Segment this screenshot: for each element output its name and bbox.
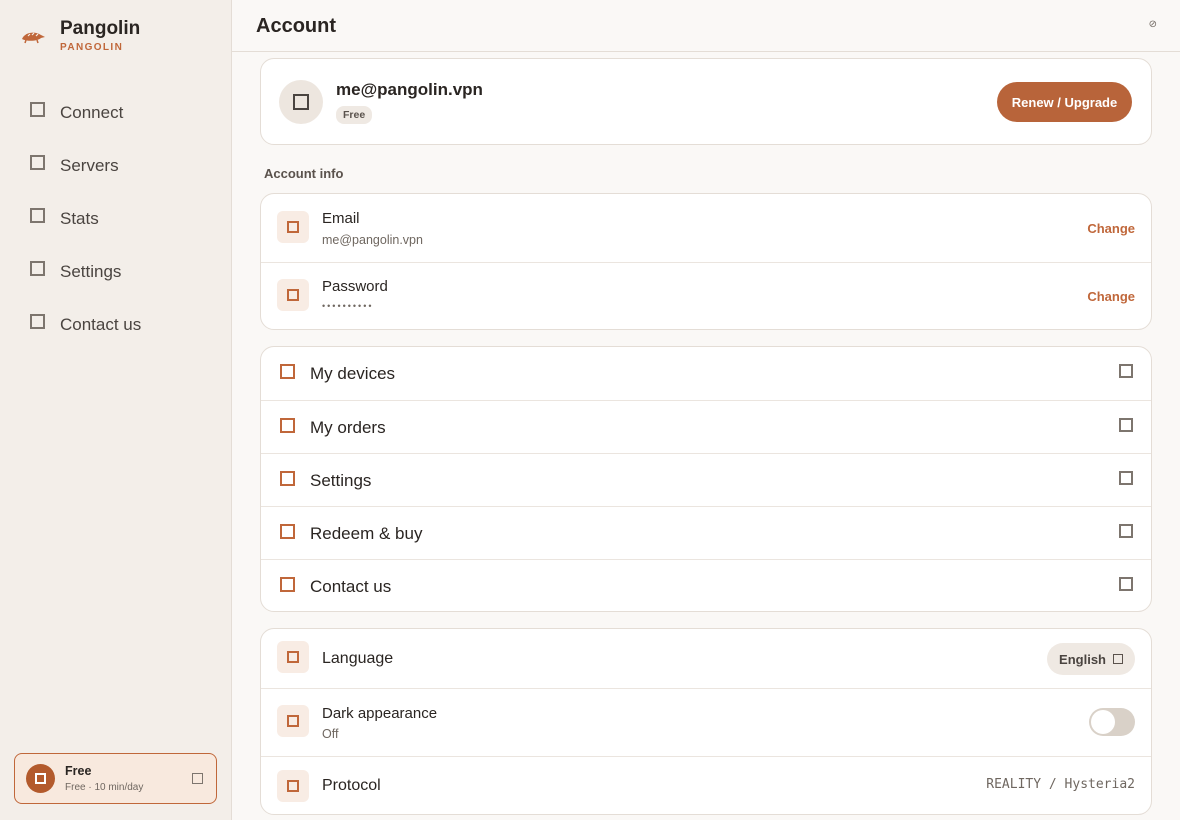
menu-item-label: Contact us xyxy=(310,577,392,596)
email-value: me@pangolin.vpn xyxy=(322,233,423,247)
email-row: Email me@pangolin.vpn Change xyxy=(261,194,1151,262)
language-select[interactable]: English xyxy=(1047,643,1135,675)
profile-card: me@pangolin.vpn Free Renew / Upgrade xyxy=(260,58,1152,145)
chevron-right-icon xyxy=(1119,524,1133,538)
settings-icon xyxy=(280,471,295,486)
dark-appearance-title: Dark appearance xyxy=(322,705,438,722)
preferences-card: Language English Dark appearance Off Pro… xyxy=(260,628,1152,815)
pangolin-logo-icon xyxy=(22,32,45,44)
page-title: Account xyxy=(256,15,336,37)
stats-icon xyxy=(30,208,45,223)
devices-icon xyxy=(280,364,295,379)
brand: Pangolin PANGOLIN xyxy=(20,18,140,53)
sidebar-item-label: Stats xyxy=(60,208,99,228)
chevron-down-icon xyxy=(1113,654,1123,664)
sidebar-item-servers[interactable]: Servers xyxy=(30,139,210,192)
language-icon xyxy=(277,641,309,673)
language-title: Language xyxy=(322,650,394,667)
menu-item-my-orders[interactable]: My orders xyxy=(261,400,1151,453)
email-title: Email xyxy=(322,210,360,227)
servers-icon xyxy=(30,155,45,170)
chevron-right-icon xyxy=(1119,577,1133,591)
protocol-row: Protocol REALITY / Hysteria2 xyxy=(261,756,1151,814)
dark-appearance-row: Dark appearance Off xyxy=(261,688,1151,756)
menu-item-my-devices[interactable]: My devices xyxy=(261,347,1151,400)
plan-card[interactable]: Free Free · 10 min/day xyxy=(14,753,217,804)
menu-item-label: My devices xyxy=(310,364,396,383)
sidebar-nav: Connect Servers Stats Settings Contact u… xyxy=(30,86,210,351)
dark-mode-icon xyxy=(277,705,309,737)
menu-item-label: Settings xyxy=(310,471,372,490)
sidebar-item-settings[interactable]: Settings xyxy=(30,245,210,298)
sidebar-item-stats[interactable]: Stats xyxy=(30,192,210,245)
profile-email: me@pangolin.vpn xyxy=(336,80,483,99)
sidebar-item-label: Connect xyxy=(60,102,124,122)
plan-icon xyxy=(35,773,46,784)
password-value: •••••••••• xyxy=(322,301,374,311)
menu-item-contact-us[interactable]: Contact us xyxy=(261,559,1151,612)
dark-appearance-value: Off xyxy=(322,727,339,741)
sidebar-item-label: Contact us xyxy=(60,314,142,334)
change-email-link[interactable]: Change xyxy=(1087,221,1135,236)
brand-subtitle: PANGOLIN xyxy=(60,42,124,53)
change-password-link[interactable]: Change xyxy=(1087,289,1135,304)
menu-item-label: My orders xyxy=(310,418,386,437)
renew-upgrade-button[interactable]: Renew / Upgrade xyxy=(997,82,1132,122)
menu-card: My devices My orders Settings Redeem & b… xyxy=(260,346,1152,612)
dark-appearance-toggle[interactable] xyxy=(1089,708,1135,736)
language-row: Language English xyxy=(261,629,1151,688)
connect-icon xyxy=(30,102,45,117)
password-title: Password xyxy=(322,278,388,295)
contact-icon xyxy=(280,577,295,592)
expand-icon xyxy=(192,773,203,784)
email-icon xyxy=(277,211,309,243)
chevron-right-icon xyxy=(1119,471,1133,485)
sidebar: Pangolin PANGOLIN Connect Servers Stats … xyxy=(0,0,232,820)
protocol-title: Protocol xyxy=(322,777,381,794)
chevron-right-icon xyxy=(1119,418,1133,432)
plan-title: Free xyxy=(65,764,92,778)
brand-name: Pangolin xyxy=(60,18,141,39)
chevron-right-icon xyxy=(1119,364,1133,378)
redeem-icon xyxy=(280,524,295,539)
settings-icon xyxy=(30,261,45,276)
protocol-icon xyxy=(277,770,309,802)
sidebar-item-connect[interactable]: Connect xyxy=(30,86,210,139)
avatar xyxy=(279,80,323,124)
section-label-account-info: Account info xyxy=(264,166,344,181)
orders-icon xyxy=(280,418,295,433)
password-row: Password •••••••••• Change xyxy=(261,262,1151,330)
toggle-knob xyxy=(1091,710,1115,734)
account-info-card: Email me@pangolin.vpn Change Password ••… xyxy=(260,193,1152,330)
sidebar-item-label: Servers xyxy=(60,155,119,175)
menu-item-redeem-buy[interactable]: Redeem & buy xyxy=(261,506,1151,559)
protocol-value[interactable]: REALITY / Hysteria2 xyxy=(986,777,1135,792)
sidebar-item-contact[interactable]: Contact us xyxy=(30,298,210,351)
language-value: English xyxy=(1059,651,1106,667)
header-action-icon[interactable]: ⊘ xyxy=(1149,19,1157,30)
plan-subtitle: Free · 10 min/day xyxy=(65,782,144,793)
contact-icon xyxy=(30,314,45,329)
menu-item-label: Redeem & buy xyxy=(310,524,423,543)
sidebar-item-label: Settings xyxy=(60,261,122,281)
plan-avatar xyxy=(26,764,55,793)
plan-badge: Free xyxy=(336,106,373,124)
user-icon xyxy=(293,94,309,110)
header: Account ⊘ xyxy=(232,0,1180,52)
menu-item-settings[interactable]: Settings xyxy=(261,453,1151,506)
password-icon xyxy=(277,279,309,311)
